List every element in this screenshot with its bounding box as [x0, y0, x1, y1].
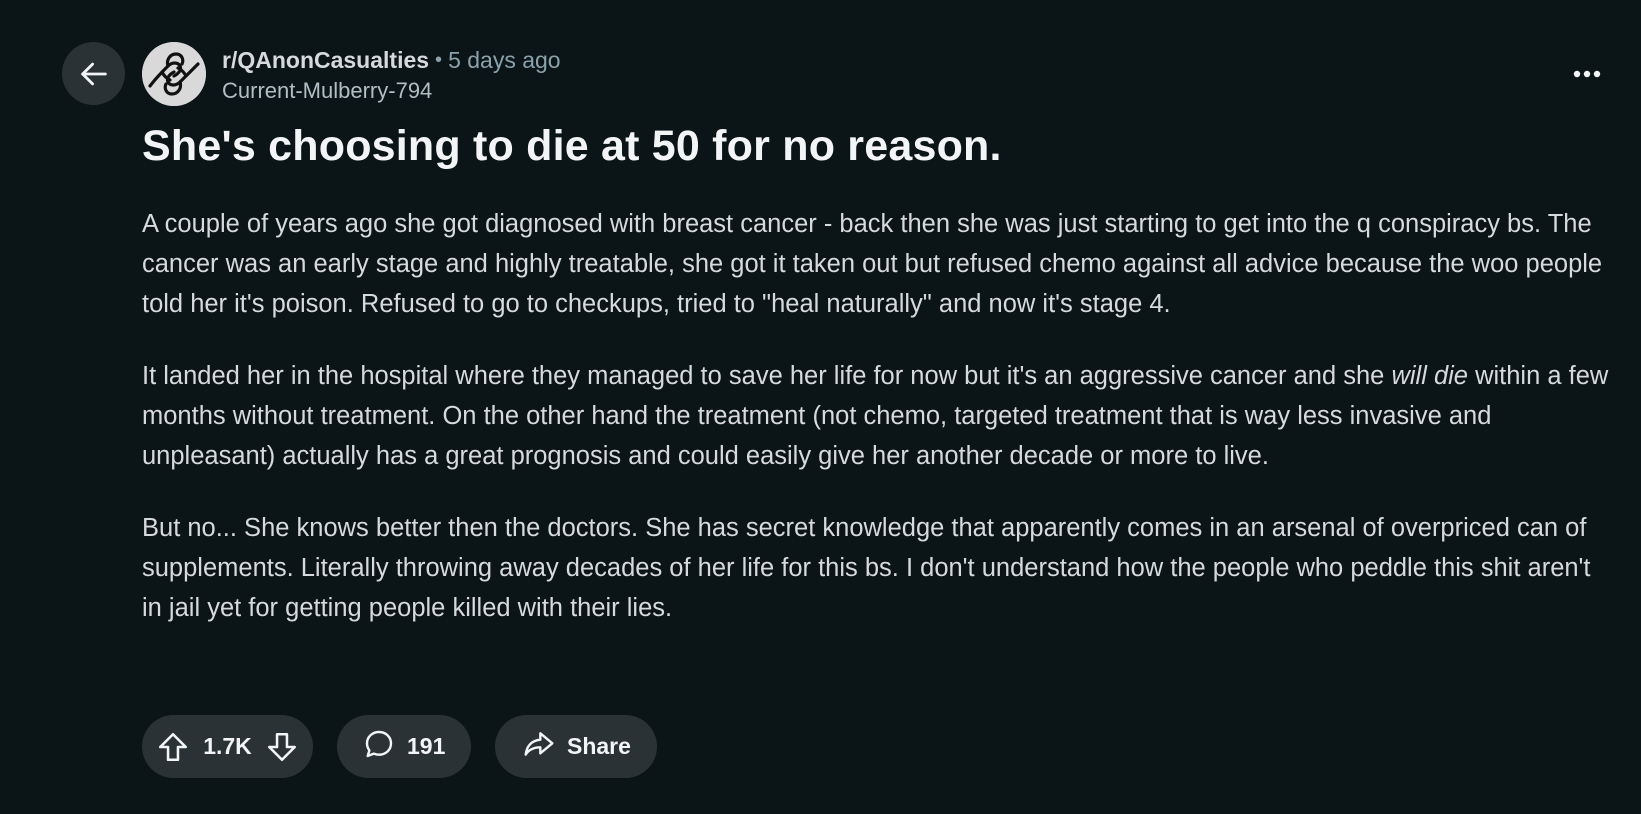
ellipsis-icon: [1573, 70, 1601, 78]
body-paragraph-2: It landed her in the hospital where they…: [142, 356, 1612, 476]
downvote-button[interactable]: [265, 730, 299, 764]
comment-icon-wrap: [363, 728, 395, 766]
upvote-button[interactable]: [156, 730, 190, 764]
vote-bar: 1.7K: [142, 715, 313, 778]
speech-bubble-icon: [365, 730, 393, 757]
post-actions: 1.7K 191 Share: [142, 715, 681, 778]
arrow-left-icon: [80, 62, 107, 85]
share-label: Share: [567, 733, 631, 759]
meta-separator: •: [435, 49, 443, 71]
paragraph-2-text-start: It landed her in the hospital where they…: [142, 362, 1392, 390]
subreddit-avatar[interactable]: [142, 42, 206, 106]
comments-button[interactable]: 191: [337, 715, 471, 778]
meta-row: r/QAnonCasualties • 5 days ago: [222, 44, 561, 76]
vote-count: 1.7K: [203, 733, 252, 759]
share-icon-wrap: [523, 728, 555, 766]
post-meta: r/QAnonCasualties • 5 days ago Current-M…: [222, 44, 561, 106]
back-button[interactable]: [62, 42, 125, 105]
subreddit-link[interactable]: r/QAnonCasualties: [222, 44, 429, 76]
subreddit-avatar-icon: [142, 42, 206, 106]
post-body: A couple of years ago she got diagnosed …: [142, 204, 1612, 660]
post-page: r/QAnonCasualties • 5 days ago Current-M…: [0, 0, 1641, 814]
emphasized-text: will die: [1391, 362, 1468, 390]
share-arrow-icon: [524, 731, 554, 756]
body-paragraph-3: But no... She knows better then the doct…: [142, 514, 1591, 622]
upvote-arrow-icon: [158, 732, 188, 761]
share-button[interactable]: Share: [495, 715, 657, 778]
author-link[interactable]: Current-Mulberry-794: [222, 76, 561, 106]
post-timestamp: 5 days ago: [448, 47, 561, 73]
post-title: She's choosing to die at 50 for no reaso…: [142, 122, 1002, 170]
downvote-arrow-icon: [267, 732, 297, 761]
more-options-button[interactable]: [1567, 58, 1607, 90]
comment-count: 191: [407, 733, 446, 759]
body-paragraph-1: A couple of years ago she got diagnosed …: [142, 210, 1603, 318]
